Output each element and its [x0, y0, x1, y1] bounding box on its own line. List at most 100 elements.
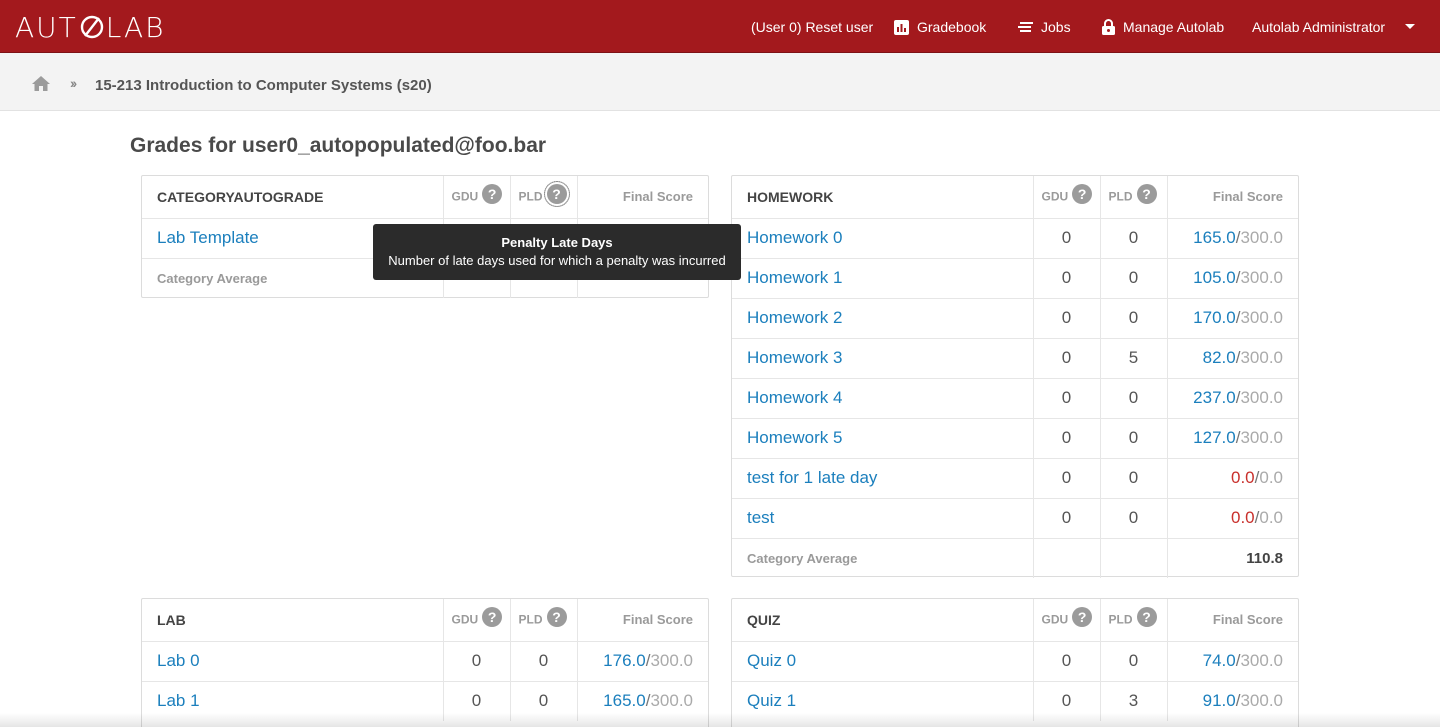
pld-value: 0 — [1099, 458, 1167, 499]
logo-text-end: LAB — [105, 10, 166, 44]
logo-o-slash-icon — [80, 15, 103, 39]
table-row: Homework 4 0 0 237.0/300.0 — [732, 378, 1298, 419]
gdu-value: 0 — [1032, 378, 1100, 419]
assessment-link[interactable]: test for 1 late day — [732, 458, 1033, 499]
table-row: Homework 3 0 5 82.0/300.0 — [732, 338, 1298, 379]
breadcrumb-course[interactable]: 15-213 Introduction to Computer Systems … — [95, 77, 432, 94]
score-link[interactable]: 0.0 — [1231, 508, 1255, 527]
assessment-link[interactable]: Homework 5 — [732, 418, 1033, 459]
category-average-label: Category Average — [747, 550, 858, 566]
category-name: HOMEWORK — [732, 176, 1033, 219]
gdu-value: 0 — [1032, 418, 1100, 459]
table-header-row: HOMEWORK GDU? PLD? Final Score — [732, 176, 1298, 219]
final-score: 176.0/300.0 — [576, 641, 708, 682]
category-panel-lab: LAB GDU? PLD? Final Score Lab 0 0 0 176.… — [141, 598, 709, 727]
max-score: 300.0 — [1240, 691, 1283, 711]
max-score: 300.0 — [1240, 228, 1283, 247]
help-icon[interactable]: ? — [1072, 183, 1093, 204]
gdu-value: 0 — [1032, 458, 1100, 499]
max-score: 300.0 — [1240, 348, 1283, 367]
score-link[interactable]: 165.0 — [1193, 228, 1236, 247]
gdu-header: GDU? — [1032, 599, 1100, 642]
pld-value: 0 — [1099, 641, 1167, 682]
jobs-link[interactable]: Jobs — [1018, 17, 1071, 37]
assessment-link[interactable]: Homework 0 — [732, 218, 1033, 259]
category-average-row: Category Average 110.8 — [732, 538, 1298, 578]
pld-value: 0 — [509, 641, 577, 682]
lock-icon — [1102, 19, 1115, 35]
max-score: 300.0 — [1240, 268, 1283, 287]
manage-autolab-link[interactable]: Manage Autolab — [1102, 17, 1224, 37]
score-link[interactable]: 82.0 — [1203, 348, 1236, 367]
gdu-value: 0 — [1032, 498, 1100, 539]
gradebook-label: Gradebook — [917, 19, 987, 35]
final-score: 165.0/300.0 — [1166, 218, 1298, 259]
final-score: 170.0/300.0 — [1166, 298, 1298, 339]
score-link[interactable]: 91.0 — [1203, 691, 1236, 710]
manage-autolab-label: Manage Autolab — [1123, 19, 1225, 35]
assessment-link[interactable]: Homework 3 — [732, 338, 1033, 379]
table-row: test 0 0 0.0/0.0 — [732, 498, 1298, 539]
help-icon[interactable]: ? — [1136, 606, 1157, 627]
gdu-header: GDU? — [442, 176, 510, 219]
score-link[interactable]: 176.0 — [603, 651, 646, 670]
table-row: Homework 5 0 0 127.0/300.0 — [732, 418, 1298, 459]
assessment-link[interactable]: Lab 0 — [142, 641, 443, 682]
breadcrumb-chevron-icon: › › — [70, 75, 77, 91]
max-score: 300.0 — [650, 651, 693, 670]
table-header-row: QUIZ GDU? PLD? Final Score — [732, 599, 1298, 642]
assessment-link[interactable]: Quiz 0 — [732, 641, 1033, 682]
table-header-row: LAB GDU? PLD? Final Score — [142, 599, 708, 642]
max-score: 300.0 — [1240, 651, 1283, 670]
help-icon[interactable]: ? — [1136, 183, 1157, 204]
final-score: 105.0/300.0 — [1166, 258, 1298, 299]
score-link[interactable]: 0.0 — [1231, 468, 1255, 487]
final-score-header: Final Score — [1166, 599, 1298, 642]
table-header-row: CATEGORYAUTOGRADE GDU? PLD? Final Score — [142, 176, 708, 219]
pld-value: 0 — [1099, 218, 1167, 259]
gdu-value: 0 — [1032, 338, 1100, 379]
score-link[interactable]: 127.0 — [1193, 428, 1236, 447]
table-row: Quiz 0 0 0 74.0/300.0 — [732, 641, 1298, 682]
max-score: 300.0 — [1240, 428, 1283, 447]
assessment-link[interactable]: Homework 4 — [732, 378, 1033, 419]
reset-user-link[interactable]: (User 0) Reset user — [751, 17, 873, 37]
score-link[interactable]: 170.0 — [1193, 308, 1236, 327]
table-row: Homework 0 0 0 165.0/300.0 — [732, 218, 1298, 259]
top-navbar: AUT LAB (User 0) Reset user Gradebook Jo… — [0, 0, 1440, 53]
score-link[interactable]: 165.0 — [603, 691, 646, 710]
tooltip-body: Number of late days used for which a pen… — [388, 253, 726, 268]
max-score: 0.0 — [1259, 468, 1283, 487]
gradebook-link[interactable]: Gradebook — [894, 17, 986, 37]
help-icon[interactable]: ? — [543, 180, 570, 207]
autolab-logo[interactable]: AUT LAB — [15, 10, 166, 44]
logo-text-start: AUT — [15, 10, 78, 44]
pld-tooltip: Penalty Late Days Number of late days us… — [373, 224, 741, 280]
score-link[interactable]: 105.0 — [1193, 268, 1236, 287]
pld-header: PLD? — [509, 599, 577, 642]
help-icon[interactable]: ? — [1072, 606, 1093, 627]
score-link[interactable]: 74.0 — [1203, 651, 1236, 670]
category-panel-quiz: QUIZ GDU? PLD? Final Score Quiz 0 0 0 74… — [731, 598, 1299, 727]
category-panel-homework: HOMEWORK GDU? PLD? Final Score Homework … — [731, 175, 1299, 578]
home-icon[interactable] — [31, 75, 51, 97]
breadcrumb: › › 15-213 Introduction to Computer Syst… — [0, 53, 1440, 111]
final-score: 237.0/300.0 — [1166, 378, 1298, 419]
help-icon[interactable]: ? — [482, 606, 503, 627]
category-name: QUIZ — [732, 599, 1033, 642]
table-row: Homework 2 0 0 170.0/300.0 — [732, 298, 1298, 339]
gdu-value: 0 — [442, 641, 510, 682]
user-menu[interactable]: Autolab Administrator — [1252, 17, 1385, 37]
table-row: Homework 1 0 0 105.0/300.0 — [732, 258, 1298, 299]
score-link[interactable]: 237.0 — [1193, 388, 1236, 407]
pld-value: 5 — [1099, 338, 1167, 379]
assessment-link[interactable]: Homework 1 — [732, 258, 1033, 299]
pld-value: 0 — [1099, 498, 1167, 539]
assessment-link[interactable]: test — [732, 498, 1033, 539]
chevron-down-icon[interactable] — [1405, 24, 1415, 29]
assessment-link[interactable]: Homework 2 — [732, 298, 1033, 339]
pld-value: 0 — [1099, 258, 1167, 299]
help-icon[interactable]: ? — [546, 606, 567, 627]
pld-header: PLD? — [1099, 599, 1167, 642]
help-icon[interactable]: ? — [482, 183, 503, 204]
